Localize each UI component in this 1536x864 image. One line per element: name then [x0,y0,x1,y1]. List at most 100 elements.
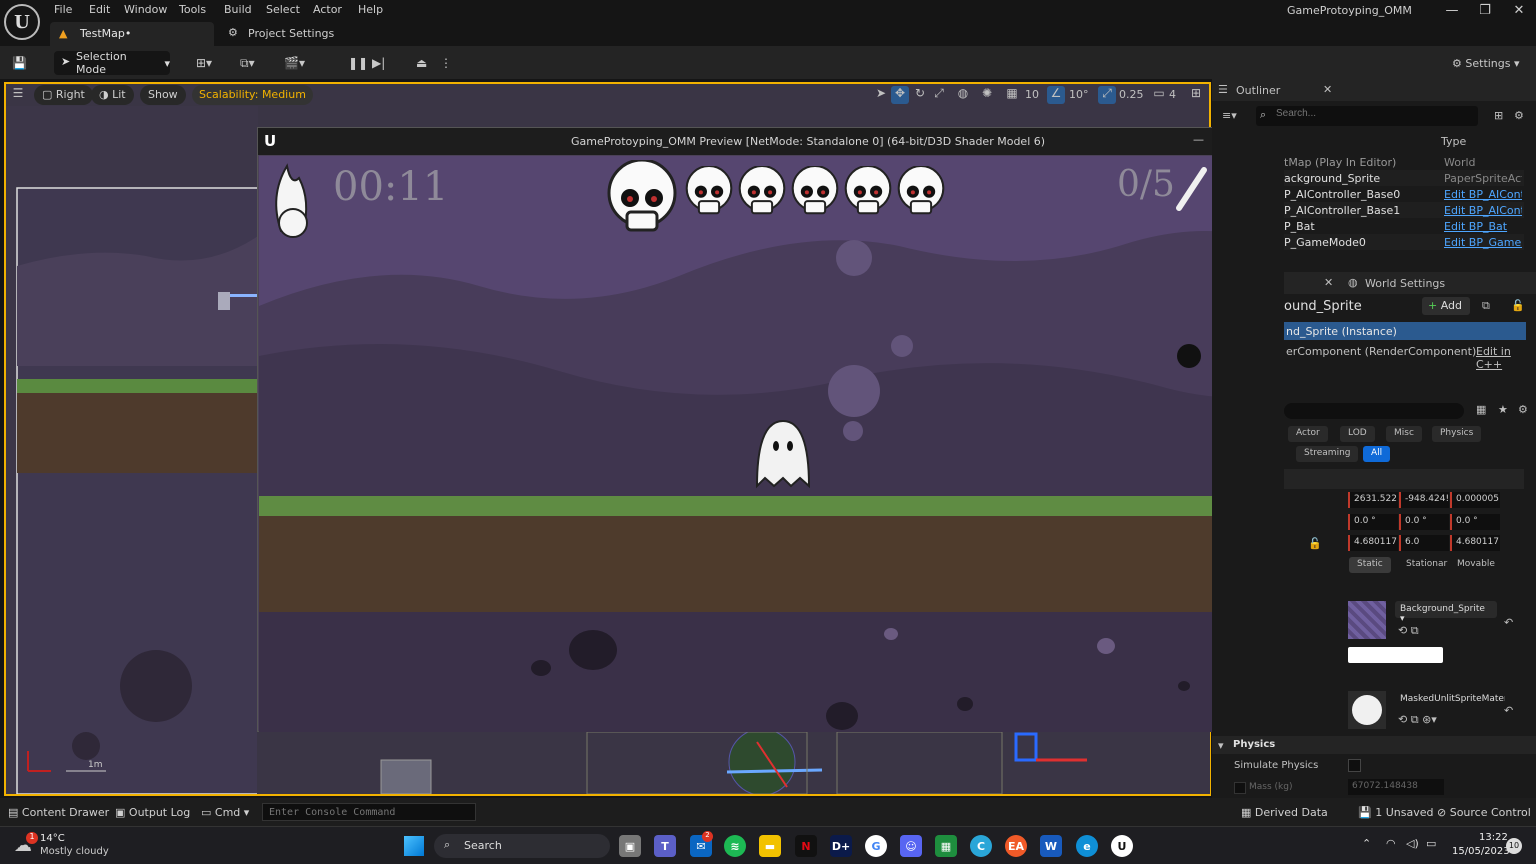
battery-icon[interactable]: ▭ [1426,837,1436,850]
camera-speed-icon[interactable]: ▭ [1150,86,1168,104]
discord-icon[interactable]: ☺ [900,835,922,857]
menu-build[interactable]: Build [224,3,252,16]
rotation-y[interactable]: 0.0 ° [1399,514,1449,530]
restore-icon[interactable]: ❐ [1470,3,1500,18]
add-folder-icon[interactable]: ⊞ [1494,109,1503,122]
wifi-icon[interactable]: ◠ [1386,837,1396,850]
hamburger-icon[interactable]: ☰ [9,86,27,104]
unreal-engine-icon[interactable]: U [1111,835,1133,857]
color-swatch[interactable] [1348,647,1443,663]
minimize-icon[interactable]: — [1437,3,1467,18]
menu-edit[interactable]: Edit [89,3,110,16]
menu-actor[interactable]: Actor [313,3,342,16]
outliner-row[interactable]: tMap (Play In Editor) World [1284,154,1524,170]
scale-x[interactable]: 4.680117 [1348,535,1398,551]
word-icon[interactable]: W [1040,835,1062,857]
filter-streaming[interactable]: Streaming [1296,446,1359,462]
location-x[interactable]: 2631.522 [1348,492,1398,508]
details-search-input[interactable] [1284,403,1464,419]
blueprint-icon[interactable]: ⧉ [1482,299,1490,313]
task-view-icon[interactable]: ▣ [619,835,641,857]
mobility-stationary[interactable]: Stationar [1398,557,1456,573]
gear-icon[interactable]: ⚙ [1514,109,1524,122]
world-icon[interactable]: ◍ [954,86,972,104]
teams-icon[interactable]: T [654,835,676,857]
file-explorer-icon[interactable]: ▬ [759,835,781,857]
clock-time[interactable]: 13:22 [1479,832,1508,843]
rotation-z[interactable]: 0.0 ° [1450,514,1500,530]
cursor-app-icon[interactable]: C [970,835,992,857]
outliner-title[interactable]: Outliner [1236,84,1280,97]
scale-tool-icon[interactable]: ⤢ [930,86,948,104]
game-preview-window[interactable]: U GameProtoyping_OMM Preview [NetMode: S… [257,127,1284,732]
location-y[interactable]: -948.424! [1399,492,1449,508]
minimize-icon[interactable]: — [1193,133,1204,146]
more-icon[interactable]: ⋮ [440,53,452,73]
move-tool-icon[interactable]: ✥ [891,86,909,104]
unsaved-button[interactable]: 💾 1 Unsaved [1358,806,1433,819]
unreal-logo-icon[interactable]: U [4,4,40,40]
scale-snap-value[interactable]: 0.25 [1119,88,1144,101]
menu-file[interactable]: File [54,3,72,16]
close-icon[interactable]: ✕ [1504,3,1534,18]
gear-icon[interactable]: ⚙ [1518,403,1528,416]
sheets-icon[interactable]: ▦ [935,835,957,857]
game-view[interactable]: 00:11 0/5 [259,156,1283,732]
reset-icon[interactable]: ↶ [1504,616,1513,629]
console-input[interactable] [262,803,476,821]
component-row-selected[interactable]: nd_Sprite (Instance) [1284,322,1526,340]
outliner-row[interactable]: P_GameMode0 Edit BP_GameM [1284,234,1524,250]
spotify-icon[interactable]: ≋ [724,835,746,857]
scale-snap-icon[interactable]: ⤢ [1098,86,1116,104]
filter-physics[interactable]: Physics [1432,426,1482,442]
filter-icon[interactable]: ≡▾ [1222,109,1237,122]
menu-window[interactable]: Window [124,3,167,16]
edit-cpp-link[interactable]: Edit in C++ [1476,345,1536,371]
location-z[interactable]: 0.000005 [1450,492,1500,508]
rotation-x[interactable]: 0.0 ° [1348,514,1398,530]
chrome-icon[interactable]: G [865,835,887,857]
outliner-row[interactable]: P_AIController_Base1 Edit BP_AIContr [1284,202,1524,218]
selection-mode-dropdown[interactable]: ➤ Selection Mode ▾ [54,50,170,76]
netflix-icon[interactable]: N [795,835,817,857]
outliner-row-type[interactable]: Edit BP_AIContr [1444,204,1522,217]
outliner-type-header[interactable]: Type [1441,135,1466,148]
menu-tools[interactable]: Tools [179,3,206,16]
angle-snap-value[interactable]: 10° [1069,88,1089,101]
menu-select[interactable]: Select [266,3,300,16]
mass-checkbox[interactable] [1234,782,1246,794]
derived-data-button[interactable]: ▦ Derived Data [1241,806,1328,819]
source-control-button[interactable]: ⊘ Source Control [1437,806,1531,819]
windows-start-icon[interactable] [404,836,424,856]
material-dropdown[interactable]: MaskedUnlitSpriteMateri [1395,691,1505,708]
browse-icon[interactable]: ⟲ ⧉ [1398,624,1419,638]
filter-lod[interactable]: LOD [1340,426,1375,442]
tab-project-settings[interactable]: ⚙ Project Settings [222,22,334,46]
notification-badge[interactable]: 10 [1506,838,1522,854]
grid-snap-icon[interactable]: ▦ [1003,86,1021,104]
taskbar-search[interactable]: ⌕ Search [434,834,610,858]
filter-actor[interactable]: Actor [1288,426,1328,442]
outliner-row-type[interactable]: Edit BP_GameM [1444,236,1522,249]
physics-header[interactable]: ▾ Physics [1212,736,1536,754]
world-settings-tab[interactable]: World Settings [1365,277,1445,290]
cinematics-icon[interactable]: 🎬▾ [284,53,305,73]
scale-z[interactable]: 4.680117 [1450,535,1500,551]
lit-button[interactable]: ◑ Lit [91,85,134,105]
surface-snap-icon[interactable]: ✺ [978,86,996,104]
show-button[interactable]: Show [140,85,186,105]
sprite-thumbnail[interactable] [1348,601,1386,639]
mobility-static[interactable]: Static [1349,557,1391,573]
select-tool-icon[interactable]: ➤ [872,86,890,104]
content-drawer-button[interactable]: ▤ Content Drawer [8,806,109,819]
cmd-dropdown[interactable]: ▭ Cmd ▾ [201,806,249,819]
grid-snap-value[interactable]: 10 [1025,88,1039,101]
mobility-movable[interactable]: Movable [1449,557,1503,573]
filter-all[interactable]: All [1363,446,1391,462]
lock-icon[interactable]: 🔓 [1511,299,1525,312]
outliner-row-type[interactable]: Edit BP_AIContr [1444,188,1522,201]
eject-icon[interactable]: ⏏ [416,53,427,73]
outliner-search[interactable]: ⌕ [1256,106,1478,126]
outliner-search-input[interactable] [1276,108,1456,119]
outliner-row[interactable]: ackground_Sprite PaperSpriteActo [1284,170,1524,186]
